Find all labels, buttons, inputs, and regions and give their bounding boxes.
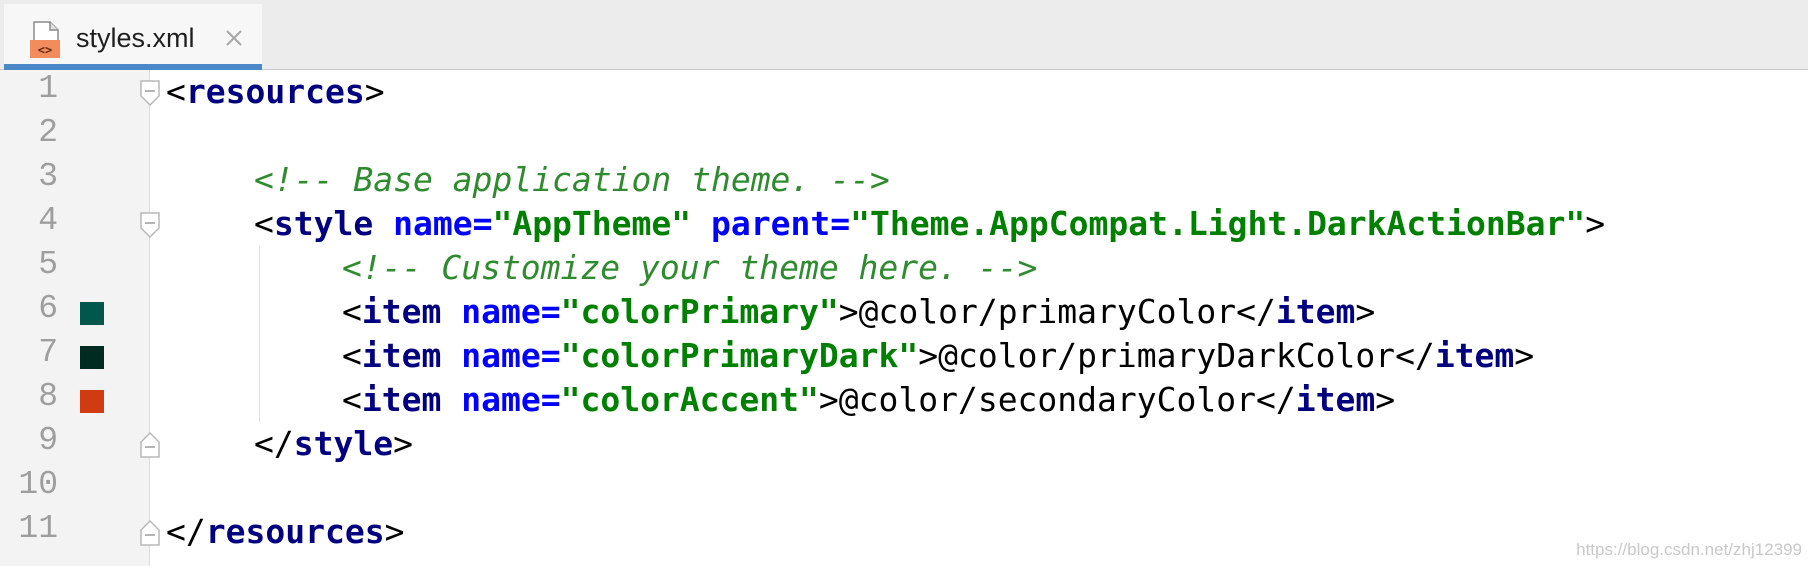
tag-name: item — [361, 336, 442, 375]
code-line-3: <!-- Base application theme. --> — [254, 160, 890, 200]
tag-name: style — [293, 424, 394, 463]
attribute-name: parent — [711, 204, 831, 243]
tab-bar: <> styles.xml — [0, 0, 1808, 70]
attribute-value: "colorAccent" — [560, 380, 819, 419]
xml-comment: <!-- Customize your theme here. --> — [342, 248, 1038, 287]
xml-file-icon: <> — [30, 21, 60, 58]
code-line-1: <resources> — [166, 72, 385, 111]
code-area[interactable]: <resources> <!-- Base application theme.… — [0, 70, 1808, 566]
tag-name: style — [273, 204, 374, 243]
element-content: @color/secondaryColor — [838, 380, 1256, 419]
attribute-name: name — [461, 380, 541, 419]
code-line-4: <style name="AppTheme" parent="Theme.App… — [254, 204, 1606, 243]
attribute-value: "colorPrimary" — [560, 292, 839, 331]
code-line-6: <item name="colorPrimary">@color/primary… — [342, 292, 1376, 331]
watermark: https://blog.csdn.net/zhj12399 — [1576, 540, 1802, 559]
code-line-8: <item name="colorAccent">@color/secondar… — [342, 380, 1396, 419]
attribute-name: name — [393, 204, 473, 243]
code-line-7: <item name="colorPrimaryDark">@color/pri… — [342, 336, 1535, 375]
code-editor[interactable]: 1 2 3 4 5 6 7 8 9 10 11 <resources> <!--… — [0, 70, 1808, 566]
tag-name: item — [1275, 292, 1356, 331]
tag-name: item — [361, 380, 442, 419]
element-content: @color/primaryDarkColor — [938, 336, 1396, 375]
element-content: @color/primaryColor — [858, 292, 1237, 331]
attribute-value: "AppTheme" — [492, 204, 692, 243]
code-line-5: <!-- Customize your theme here. --> — [342, 248, 1037, 288]
close-icon[interactable] — [222, 26, 246, 50]
tag-name: resources — [185, 72, 365, 111]
xml-comment: <!-- Base application theme. --> — [254, 160, 890, 199]
tag-name: resources — [205, 512, 385, 551]
tag-name: item — [1434, 336, 1515, 375]
attribute-value: "colorPrimaryDark" — [560, 336, 919, 375]
svg-text:<>: <> — [38, 43, 52, 57]
attribute-name: name — [461, 336, 541, 375]
tag-name: item — [1295, 380, 1376, 419]
tab-label: styles.xml — [76, 23, 195, 53]
attribute-name: name — [461, 292, 541, 331]
tab-styles-xml[interactable]: <> styles.xml — [4, 4, 262, 70]
code-line-11: </resources> — [166, 512, 405, 551]
attribute-value: "Theme.AppCompat.Light.DarkActionBar" — [850, 204, 1586, 243]
editor-window: <> styles.xml 1 2 3 4 5 6 7 8 9 10 11 <r… — [0, 0, 1808, 566]
tag-name: item — [361, 292, 442, 331]
code-line-9: </style> — [254, 424, 413, 463]
